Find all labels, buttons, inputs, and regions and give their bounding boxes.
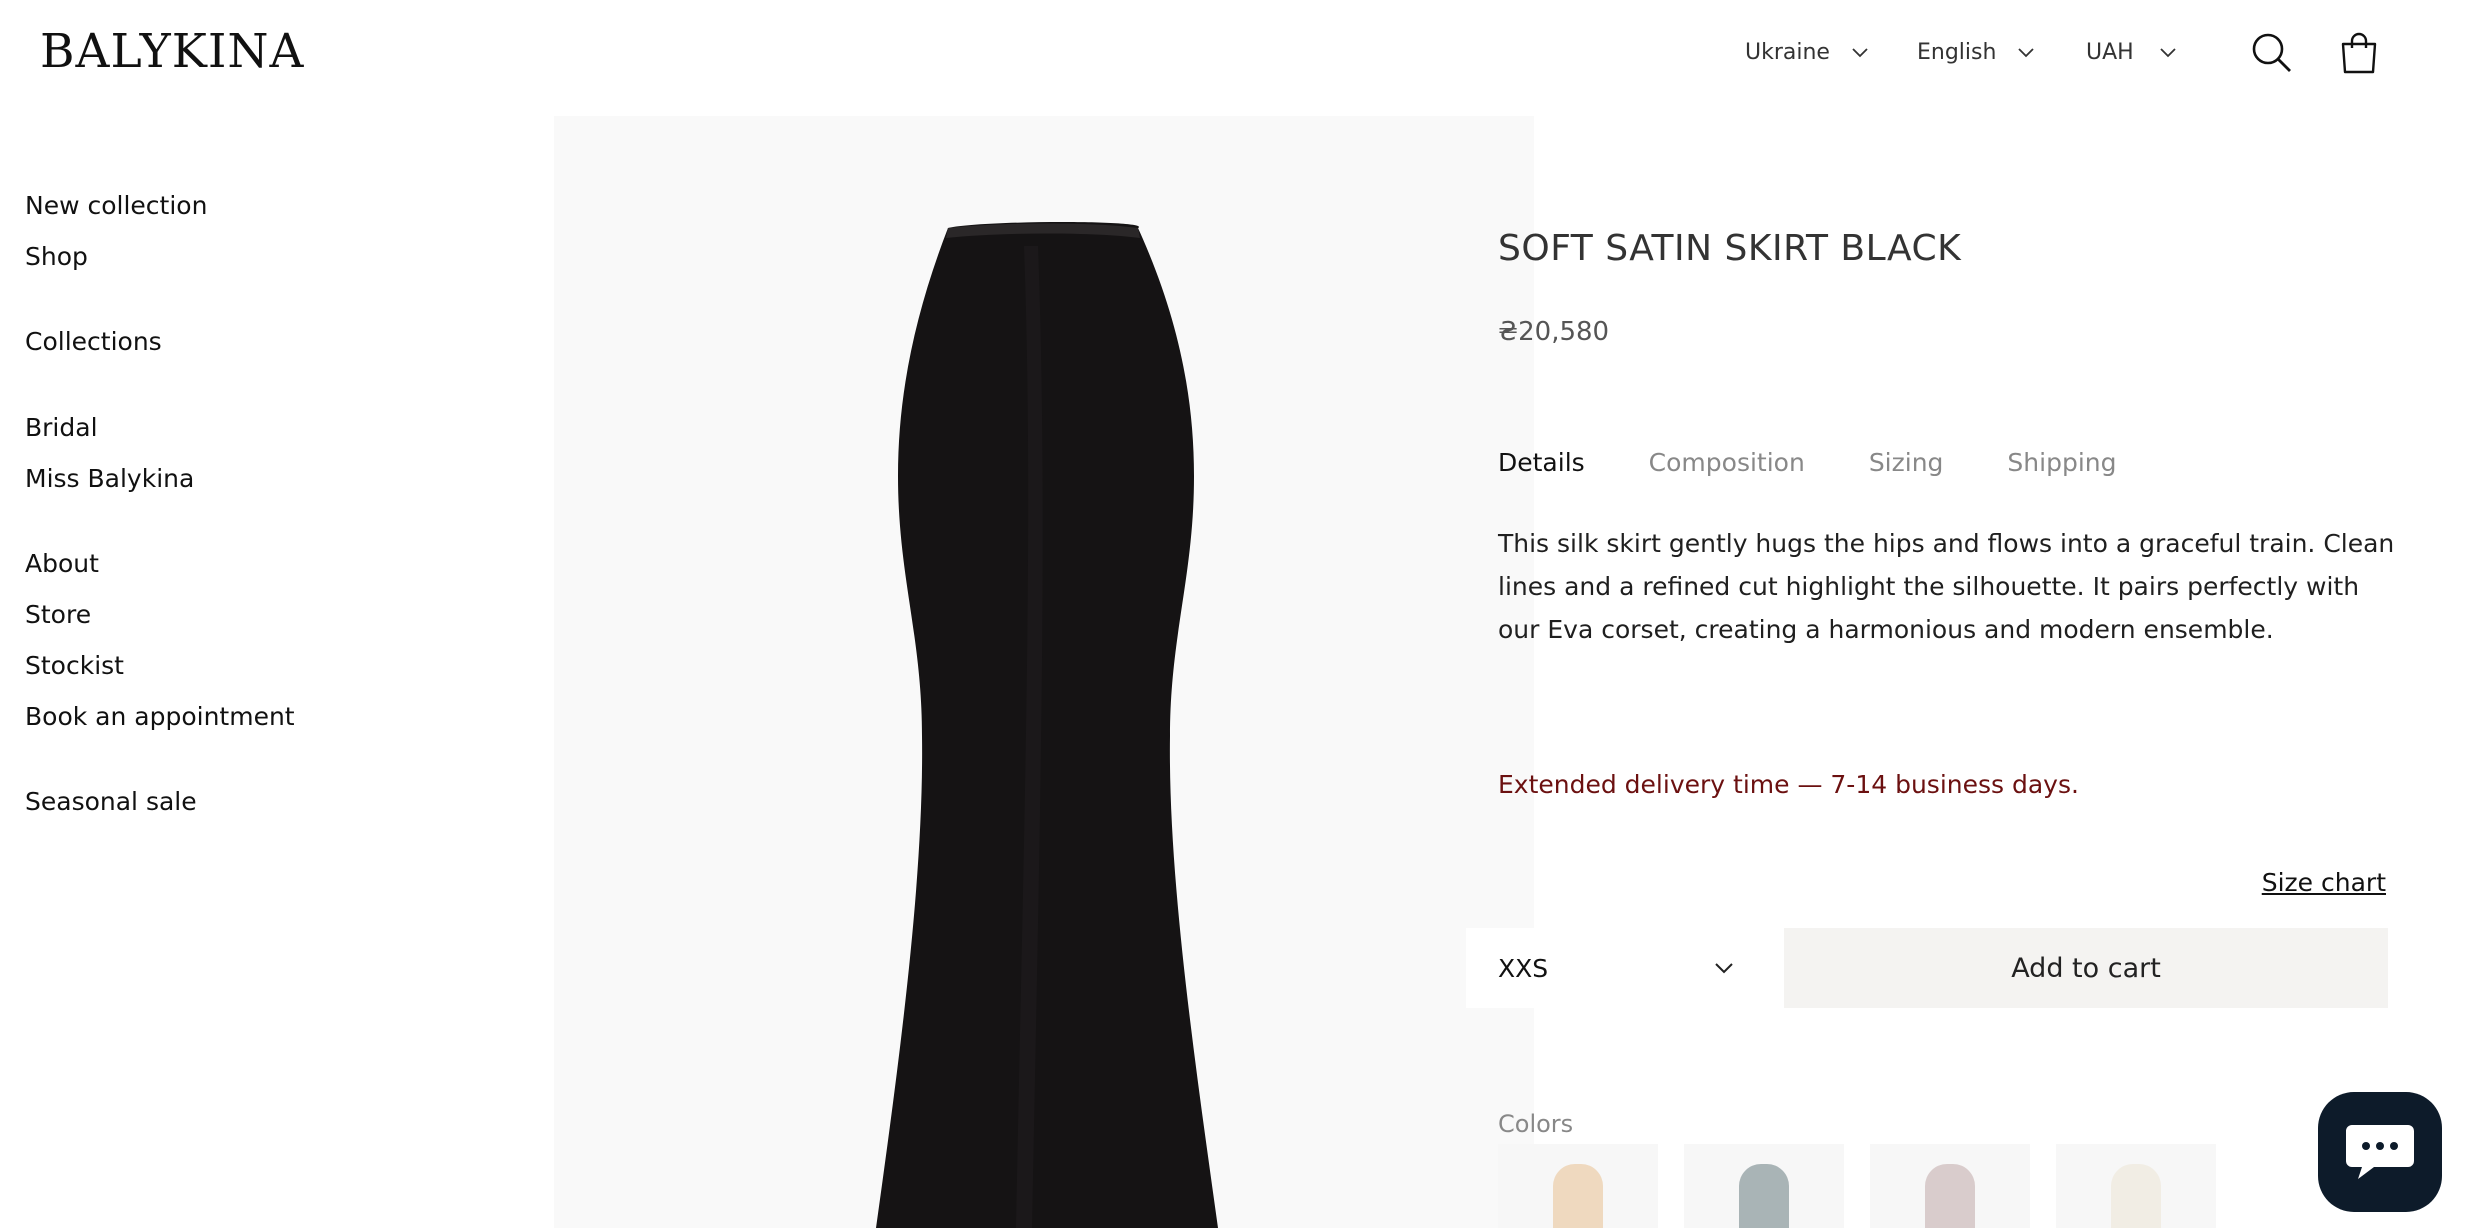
chat-icon <box>2346 1125 2414 1179</box>
language-selector[interactable]: English <box>1917 34 2035 70</box>
add-to-cart-button[interactable]: Add to cart <box>1784 928 2388 1008</box>
color-swatch-ivory[interactable] <box>2056 1144 2216 1228</box>
size-chart-link[interactable]: Size chart <box>2262 868 2386 897</box>
nav-item-book-appointment[interactable]: Book an appointment <box>25 691 345 742</box>
product-title: SOFT SATIN SKIRT BLACK <box>1498 228 1962 269</box>
brand-logo[interactable]: BALYKINA <box>40 24 304 80</box>
product-description: This silk skirt gently hugs the hips and… <box>1498 529 2395 644</box>
nav-item-shop[interactable]: Shop <box>25 231 345 282</box>
chevron-down-icon <box>2018 48 2035 58</box>
country-selector[interactable]: Ukraine <box>1745 34 1868 70</box>
search-icon[interactable] <box>2249 30 2293 74</box>
color-swatch-grey-blue[interactable] <box>1684 1144 1844 1228</box>
currency-label: UAH <box>2086 39 2134 65</box>
color-swatch-pink-grey[interactable] <box>1870 1144 2030 1228</box>
chevron-down-icon <box>2160 48 2176 58</box>
size-dropdown[interactable]: XXS <box>1466 928 1766 1008</box>
product-tabs: Details Composition Sizing Shipping <box>1498 448 2116 477</box>
selected-size: XXS <box>1498 953 1549 983</box>
site-header: BALYKINA Ukraine English UAH <box>0 0 2474 110</box>
tab-composition[interactable]: Composition <box>1649 448 1805 477</box>
product-details: SOFT SATIN SKIRT BLACK ₴20,580 Details C… <box>1466 110 2418 1228</box>
country-label: Ukraine <box>1745 39 1830 65</box>
tab-shipping[interactable]: Shipping <box>2007 448 2116 477</box>
swatch-skirt-thumb <box>1925 1164 1975 1228</box>
product-price: ₴20,580 <box>1498 317 1610 347</box>
nav-item-bridal[interactable]: Bridal <box>25 402 345 453</box>
swatch-skirt-thumb <box>2111 1164 2161 1228</box>
nav-item-store[interactable]: Store <box>25 589 345 640</box>
nav-item-seasonal-sale[interactable]: Seasonal sale <box>25 776 345 827</box>
product-image[interactable] <box>554 116 1534 1228</box>
chat-widget-button[interactable] <box>2318 1092 2442 1212</box>
tab-details[interactable]: Details <box>1498 448 1585 477</box>
swatch-skirt-thumb <box>1739 1164 1789 1228</box>
nav-item-about[interactable]: About <box>25 538 345 589</box>
chevron-down-icon <box>1715 963 1733 974</box>
nav-item-miss-balykina[interactable]: Miss Balykina <box>25 453 345 504</box>
delivery-notice: Extended delivery time — 7-14 business d… <box>1498 770 2079 799</box>
colors-label: Colors <box>1498 1110 1574 1138</box>
nav-item-collections[interactable]: Collections <box>25 316 345 367</box>
bag-icon[interactable] <box>2337 30 2381 74</box>
currency-selector[interactable]: UAH <box>2086 34 2176 70</box>
tab-sizing[interactable]: Sizing <box>1869 448 1944 477</box>
nav-item-new-collection[interactable]: New collection <box>25 180 345 231</box>
skirt-silhouette <box>876 222 1218 1228</box>
chevron-down-icon <box>1852 48 1868 58</box>
sidebar-nav: New collection Shop Collections Bridal M… <box>25 180 345 827</box>
swatch-skirt-thumb <box>1553 1164 1603 1228</box>
color-swatch-beige[interactable] <box>1498 1144 1658 1228</box>
language-label: English <box>1917 39 1997 65</box>
skirt-illustration <box>876 222 1218 1228</box>
nav-item-stockist[interactable]: Stockist <box>25 640 345 691</box>
